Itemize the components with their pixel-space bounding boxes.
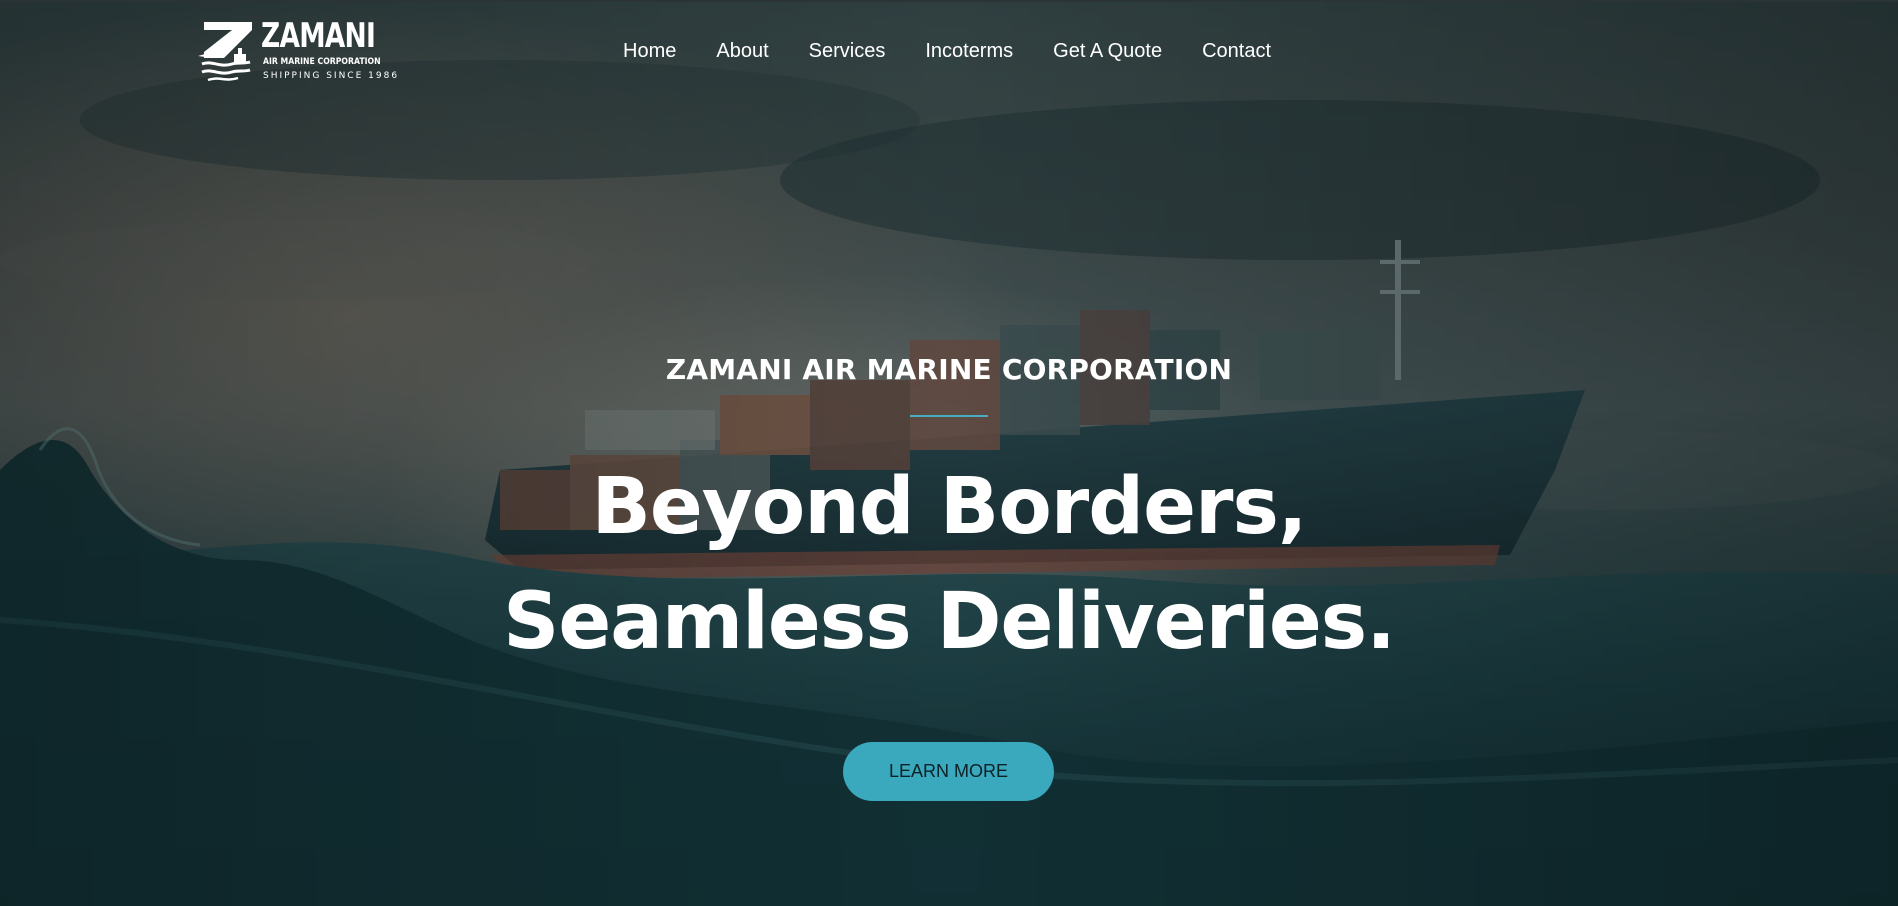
logo-subtitle: AIR MARINE CORPORATION bbox=[263, 57, 381, 67]
nav-item-about[interactable]: About bbox=[716, 38, 768, 64]
logo-z-mark-icon bbox=[198, 22, 252, 82]
nav-item-services[interactable]: Services bbox=[809, 38, 886, 64]
hero-headline-line-2: Seamless Deliveries. bbox=[503, 577, 1396, 667]
learn-more-button[interactable]: LEARN MORE bbox=[843, 742, 1054, 801]
company-logo[interactable]: ZAMANI AIR MARINE CORPORATION SHIPPING S… bbox=[198, 16, 397, 86]
nav-item-incoterms[interactable]: Incoterms bbox=[925, 38, 1013, 64]
nav-item-contact[interactable]: Contact bbox=[1202, 38, 1271, 64]
hero-headline: Beyond Borders, Seamless Deliveries. bbox=[0, 450, 1898, 680]
logo-name: ZAMANI bbox=[261, 16, 376, 56]
hero-section: ZAMANI AIR MARINE CORPORATION SHIPPING S… bbox=[0, 0, 1898, 906]
top-border-line bbox=[0, 0, 1898, 2]
hero-divider bbox=[910, 415, 988, 417]
nav-item-home[interactable]: Home bbox=[623, 38, 676, 64]
logo-tagline: SHIPPING SINCE 1986 bbox=[263, 71, 400, 81]
nav-item-get-a-quote[interactable]: Get A Quote bbox=[1053, 38, 1162, 64]
hero-headline-line-1: Beyond Borders, bbox=[591, 462, 1307, 552]
hero-eyebrow-title: ZAMANI AIR MARINE CORPORATION bbox=[665, 353, 1233, 386]
main-navigation: Home About Services Incoterms Get A Quot… bbox=[623, 38, 1271, 64]
